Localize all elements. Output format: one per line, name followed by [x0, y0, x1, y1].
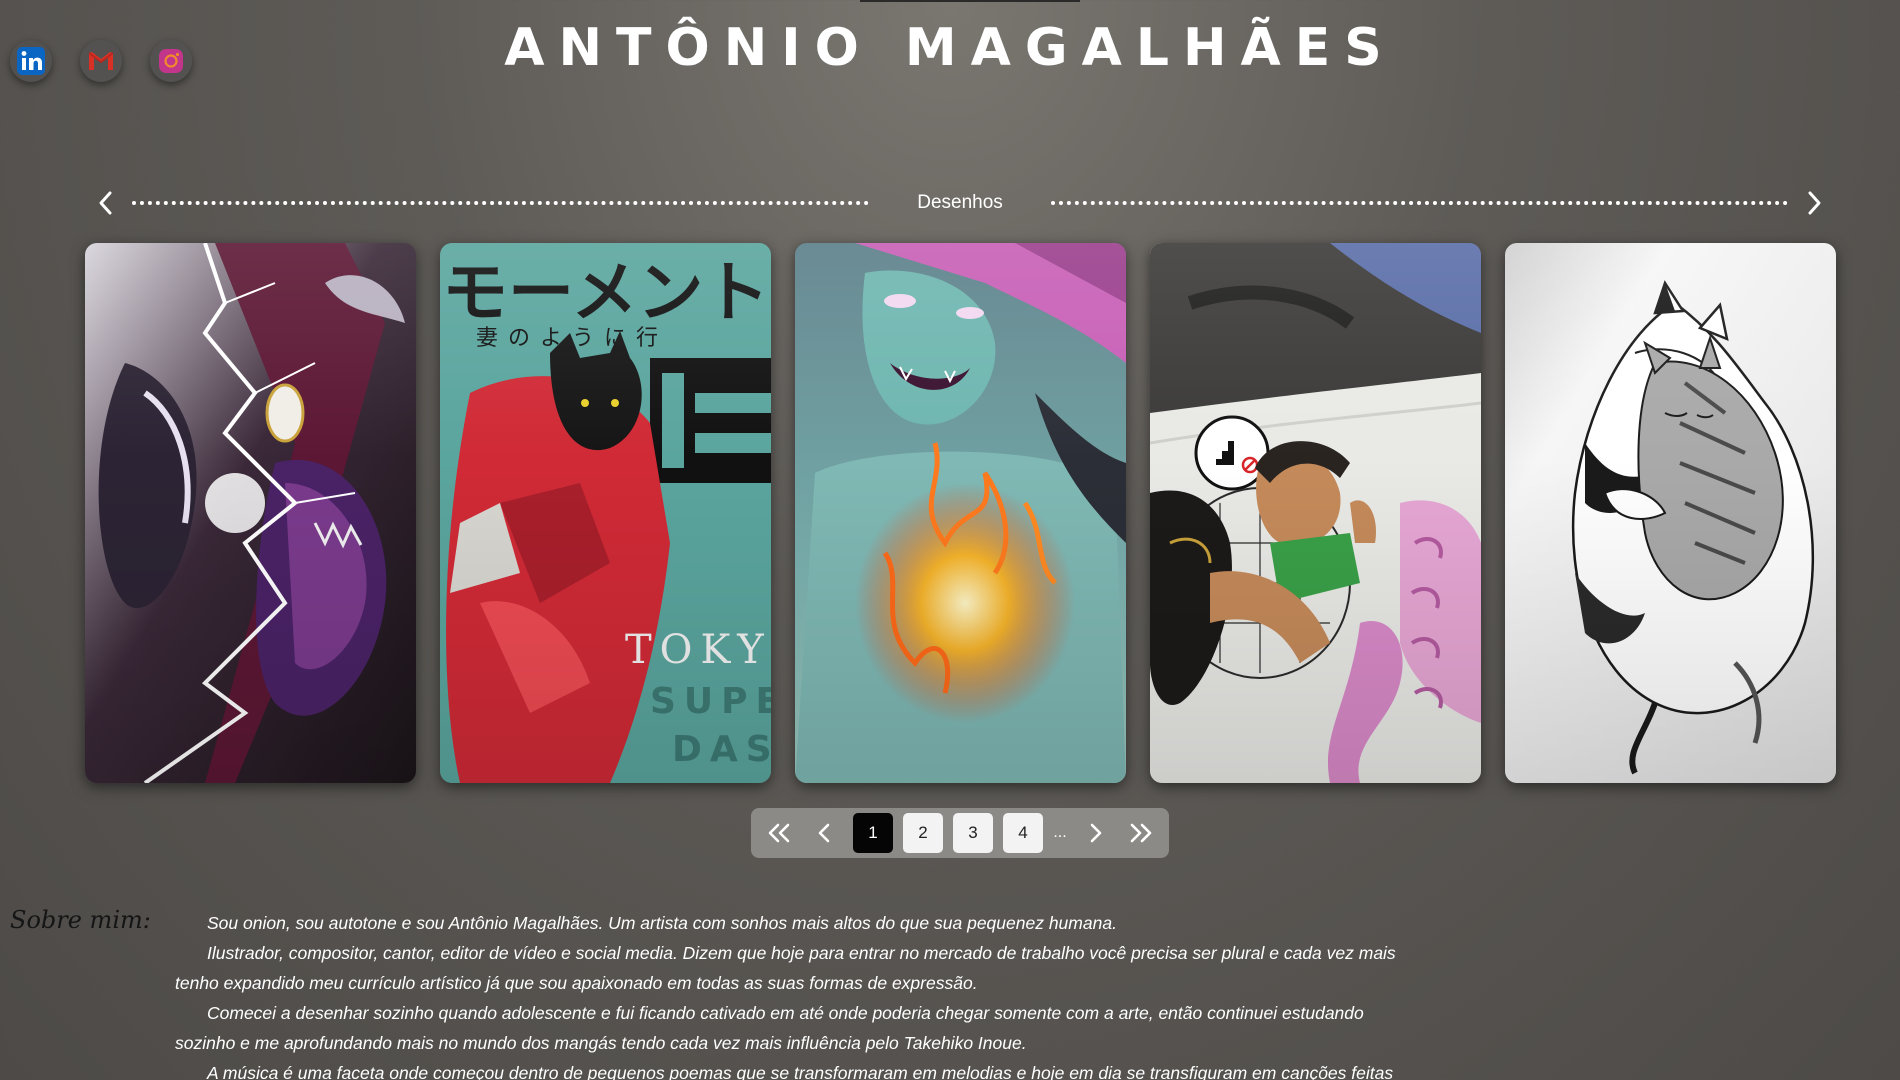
dotted-divider-left	[132, 201, 870, 205]
chevron-right-icon	[1090, 823, 1102, 843]
chevron-left-icon	[99, 191, 112, 215]
artwork-lightning-warrior	[85, 243, 416, 783]
artwork-gallery: モーメント 妻のように行 TOKYO SUPE DASI	[85, 243, 1836, 783]
about-title: Sobre mim:	[10, 906, 151, 934]
double-chevron-left-icon	[768, 823, 790, 843]
artwork-card-2[interactable]: モーメント 妻のように行 TOKYO SUPE DASI	[440, 243, 771, 783]
artwork-card-1[interactable]	[85, 243, 416, 783]
about-paragraph-1: Sou onion, sou autotone e sou Antônio Ma…	[207, 913, 1117, 933]
chevron-left-icon	[818, 823, 830, 843]
artwork-card-3[interactable]	[795, 243, 1126, 783]
poster-title-text: モーメント	[442, 254, 769, 331]
gallery-section-header: Desenhos	[90, 186, 1830, 220]
double-chevron-right-icon	[1130, 823, 1152, 843]
about-paragraph-3: Comecei a desenhar sozinho quando adoles…	[175, 1003, 1364, 1053]
page-button-1[interactable]: 1	[853, 813, 893, 853]
first-page-button[interactable]	[761, 813, 797, 853]
artwork-fire-girl	[795, 243, 1126, 783]
artwork-cat-mecha-poster: モーメント 妻のように行 TOKYO SUPE DASI	[440, 243, 771, 783]
poster-super-text: SUPE	[650, 681, 771, 722]
about-paragraph-2: Ilustrador, compositor, cantor, editor d…	[175, 943, 1396, 993]
pagination: 1 2 3 4 ...	[751, 808, 1169, 858]
next-page-button[interactable]	[1077, 813, 1113, 853]
page-button-4[interactable]: 4	[1003, 813, 1043, 853]
last-page-button[interactable]	[1123, 813, 1159, 853]
artwork-boy-sticker-scene	[1150, 243, 1481, 783]
pagination-ellipsis: ...	[1053, 824, 1067, 841]
gallery-prev-button[interactable]	[90, 186, 120, 220]
about-text: Sou onion, sou autotone e sou Antônio Ma…	[175, 908, 1405, 1080]
dotted-divider-right	[1050, 201, 1788, 205]
chevron-right-icon	[1808, 191, 1821, 215]
section-label: Desenhos	[917, 192, 1003, 213]
poster-dash-text: DASI	[672, 729, 771, 770]
artwork-sleeping-cats-sketch	[1505, 243, 1836, 783]
poster-tokyo-text: TOKYO	[625, 627, 771, 673]
prev-page-button[interactable]	[807, 813, 843, 853]
top-tab-indicator	[860, 0, 1080, 2]
page-button-2[interactable]: 2	[903, 813, 943, 853]
about-paragraph-4: A música é uma faceta onde começou dentr…	[207, 1063, 1394, 1080]
artwork-card-5[interactable]	[1505, 243, 1836, 783]
gallery-next-button[interactable]	[1800, 186, 1830, 220]
artwork-card-4[interactable]	[1150, 243, 1481, 783]
site-title: ANTÔNIO MAGALHÃES	[504, 18, 1396, 78]
page-button-3[interactable]: 3	[953, 813, 993, 853]
